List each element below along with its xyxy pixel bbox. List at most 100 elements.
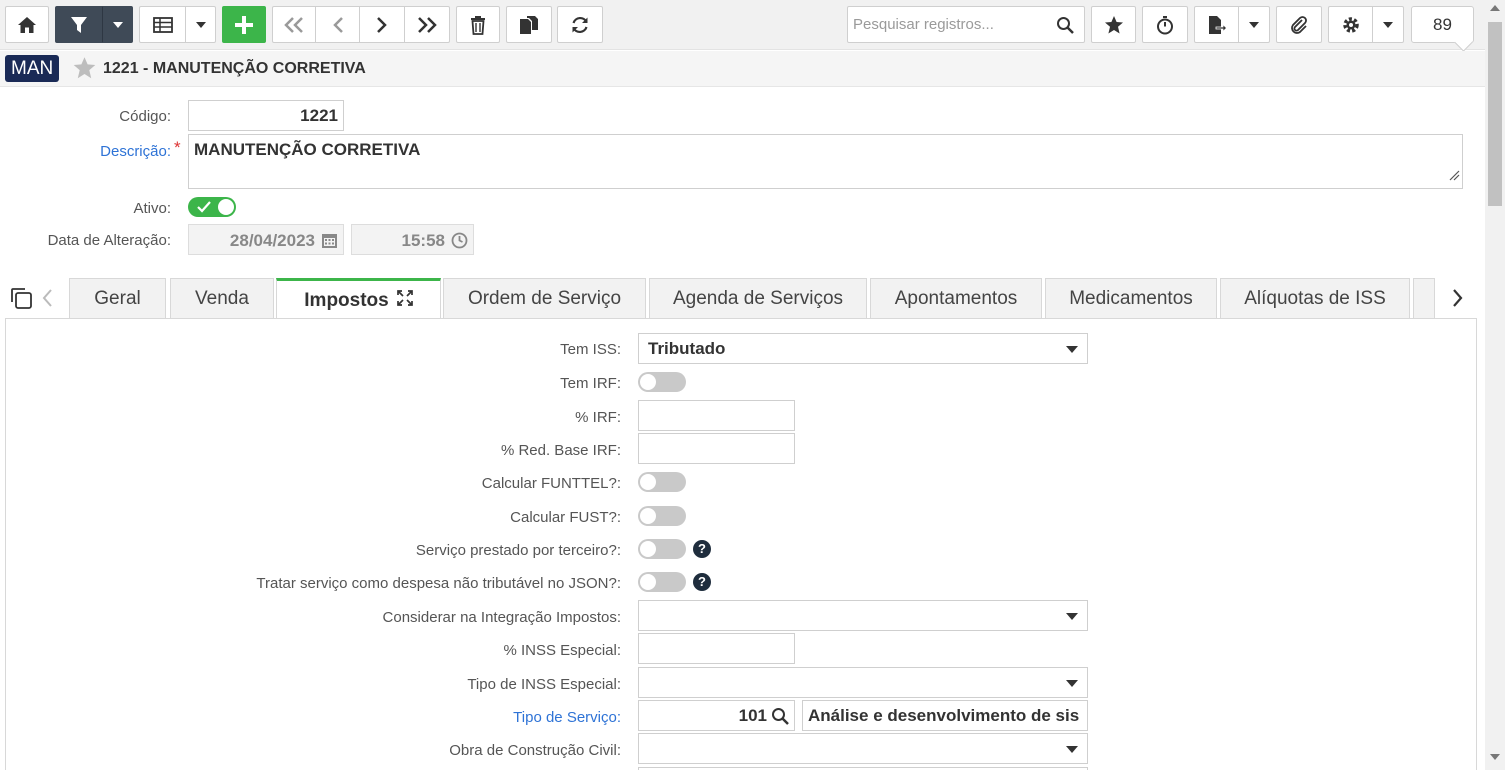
filter-dropdown-button[interactable] [102, 6, 133, 43]
expand-icon[interactable] [396, 289, 413, 312]
obra-construcao-select[interactable] [638, 733, 1088, 764]
date-value: 28/04/2023 [229, 231, 315, 250]
export-dropdown-button[interactable] [1238, 6, 1270, 43]
calcular-fust-toggle[interactable] [638, 506, 686, 526]
search-input[interactable] [848, 7, 1048, 42]
first-record-button[interactable] [272, 6, 316, 43]
descricao-field[interactable]: MANUTENÇÃO CORRETIVA [188, 134, 1463, 189]
tab-aliquotas-de-iss[interactable]: Alíquotas de ISS [1220, 278, 1410, 318]
tab-label: Apontamentos [894, 287, 1018, 309]
chevron-left-icon [332, 16, 343, 33]
tab-overflow[interactable] [1413, 278, 1435, 318]
star-icon [1104, 15, 1123, 33]
servico-terceiro-toggle[interactable] [638, 539, 686, 559]
tem-irf-toggle[interactable] [638, 372, 686, 392]
toggle-knob [640, 508, 656, 524]
chevron-right-icon [377, 16, 387, 33]
vertical-scrollbar[interactable] [1485, 0, 1505, 770]
ativo-toggle[interactable] [188, 197, 236, 217]
tipo-servico-code-input[interactable]: 101 [638, 700, 795, 731]
caret-down-icon [112, 21, 123, 28]
toggle-knob [640, 374, 656, 390]
attach-button[interactable] [1276, 6, 1322, 43]
codigo-value: 1221 [300, 106, 338, 125]
calcular-funttel-label: Calcular FUNTTEL?: [481, 475, 621, 492]
time-value: 15:58 [401, 231, 445, 250]
settings-dropdown-button[interactable] [1372, 6, 1404, 43]
tab-venda[interactable]: Venda [170, 278, 274, 318]
tab-agenda-de-servicos[interactable]: Agenda de Serviços [649, 278, 867, 318]
trash-icon [471, 15, 485, 35]
tab-scroll-right-icon[interactable] [1452, 288, 1464, 313]
tab-label: Geral [94, 287, 141, 309]
filter-button[interactable] [55, 6, 102, 43]
tab-scroll-left-icon[interactable] [41, 288, 53, 313]
help-icon[interactable]: ? [693, 540, 711, 558]
toolbar: 89 [0, 0, 1485, 50]
duplicate-window-icon[interactable] [9, 286, 33, 315]
pct-irf-input[interactable] [638, 400, 795, 431]
export-button[interactable] [1194, 6, 1239, 43]
prev-record-button[interactable] [315, 6, 360, 43]
home-button[interactable] [5, 6, 49, 43]
favorite-button[interactable] [1091, 6, 1136, 43]
tab-medicamentos[interactable]: Medicamentos [1045, 278, 1217, 318]
pct-inss-especial-input[interactable] [638, 633, 795, 664]
scroll-down-arrow[interactable] [1490, 754, 1500, 760]
pct-inss-especial-label: % INSS Especial: [503, 642, 621, 659]
scroll-up-arrow[interactable] [1490, 5, 1500, 11]
tratar-despesa-label: Tratar serviço como despesa não tributáv… [256, 575, 621, 592]
tab-ordem-de-servico[interactable]: Ordem de Serviço [443, 278, 646, 318]
pct-red-base-irf-input[interactable] [638, 433, 795, 464]
grid-icon [152, 16, 173, 33]
tab-label: Agenda de Serviços [672, 287, 844, 309]
search-icon[interactable] [771, 707, 789, 730]
caret-down-icon [1383, 21, 1393, 28]
tab-label: Medicamentos [1069, 287, 1193, 309]
record-count-badge: 89 [1411, 6, 1474, 43]
help-icon[interactable]: ? [693, 573, 711, 591]
grid-dropdown-button[interactable] [185, 6, 216, 43]
clock-icon [451, 232, 468, 254]
pct-irf-label: % IRF: [575, 409, 621, 426]
delete-button[interactable] [456, 6, 500, 43]
scroll-thumb[interactable] [1488, 22, 1502, 206]
settings-button[interactable] [1328, 6, 1373, 43]
data-alteracao-date-field: 28/04/2023 [188, 224, 344, 255]
tab-apontamentos[interactable]: Apontamentos [870, 278, 1042, 318]
tipo-servico-label[interactable]: Tipo de Serviço: [0, 709, 621, 726]
add-button[interactable] [222, 6, 266, 43]
search-box[interactable] [847, 6, 1085, 43]
calcular-funttel-toggle[interactable] [638, 472, 686, 492]
resize-grip-icon[interactable] [1449, 166, 1460, 186]
integracao-impostos-select[interactable] [638, 600, 1088, 631]
grid-view-button[interactable] [139, 6, 186, 43]
gear-icon [1342, 16, 1359, 33]
tratar-despesa-toggle[interactable] [638, 572, 686, 592]
toggle-knob [640, 574, 656, 590]
timer-button[interactable] [1142, 6, 1188, 43]
record-count: 89 [1433, 14, 1452, 34]
tipo-servico-code: 101 [738, 706, 767, 725]
toggle-knob [640, 541, 656, 557]
calendar-icon [321, 232, 338, 254]
caret-down-icon [1066, 346, 1078, 353]
codigo-field[interactable]: 1221 [188, 100, 344, 131]
tipo-servico-desc-field[interactable]: Análise e desenvolvimento de sis [802, 700, 1088, 731]
tipo-inss-especial-select[interactable] [638, 667, 1088, 698]
search-icon[interactable] [1056, 16, 1074, 39]
integracao-impostos-label: Considerar na Integração Impostos: [382, 609, 621, 626]
tab-impostos[interactable]: Impostos [276, 278, 441, 320]
copy-icon [520, 15, 538, 34]
refresh-button[interactable] [557, 6, 603, 43]
tem-iss-label: Tem ISS: [560, 341, 621, 358]
toggle-knob [640, 474, 656, 490]
data-alteracao-time-field: 15:58 [351, 224, 474, 255]
tem-iss-select[interactable]: Tributado [638, 333, 1088, 364]
tab-geral[interactable]: Geral [69, 278, 166, 318]
last-record-button[interactable] [404, 6, 450, 43]
star-icon[interactable] [72, 56, 97, 85]
next-record-button[interactable] [359, 6, 405, 43]
copy-button[interactable] [506, 6, 552, 43]
file-export-icon [1208, 15, 1227, 34]
